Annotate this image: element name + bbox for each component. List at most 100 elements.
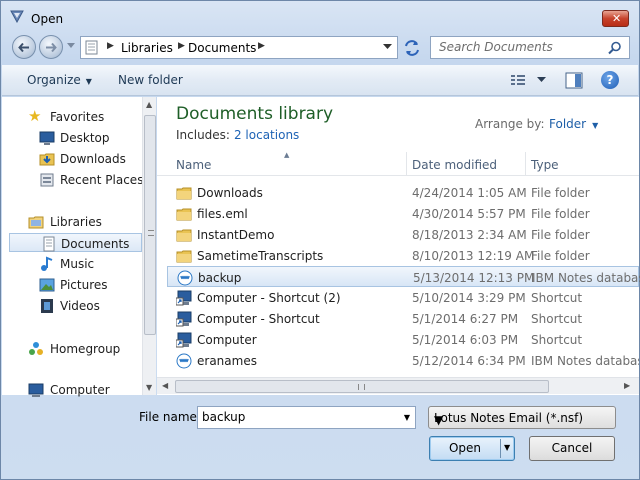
open-button[interactable]: Open ▼ <box>429 436 515 461</box>
file-name: backup <box>198 271 242 285</box>
breadcrumb-separator-icon[interactable]: ▶ <box>178 41 185 51</box>
recent-pages-dropdown-icon[interactable] <box>67 43 75 49</box>
file-date-modified: 5/13/2014 12:13 PM <box>413 271 535 285</box>
sort-ascending-icon: ▲ <box>284 151 290 159</box>
window-title: Open <box>31 12 64 26</box>
downloads-folder-icon <box>39 153 55 166</box>
scrollbar-thumb[interactable] <box>144 115 156 335</box>
file-type: File folder <box>531 186 590 200</box>
nav-music[interactable]: Music <box>2 254 142 273</box>
music-icon <box>41 256 53 271</box>
file-name-label: File name: <box>139 410 201 424</box>
file-row[interactable]: backup 5/13/2014 12:13 PM IBM Notes databa… <box>167 266 640 287</box>
file-type: File folder <box>531 207 590 221</box>
search-icon[interactable] <box>608 41 622 55</box>
nav-label: Pictures <box>60 278 108 292</box>
nav-pictures[interactable]: Pictures <box>2 275 142 294</box>
refresh-icon[interactable] <box>401 38 423 58</box>
forward-button[interactable] <box>39 35 63 59</box>
nav-libraries[interactable]: Libraries <box>2 212 142 231</box>
file-type-select[interactable]: Lotus Notes Email (*.nsf) ▼ <box>428 406 616 429</box>
back-button[interactable] <box>12 35 36 59</box>
file-row[interactable]: Computer - Shortcut 5/1/2014 6:27 PM Short… <box>167 308 639 329</box>
folder-icon <box>176 206 192 222</box>
nav-downloads[interactable]: Downloads <box>2 149 142 168</box>
file-date-modified: 4/24/2014 1:05 AM <box>412 186 527 200</box>
new-folder-button[interactable]: New folder <box>118 73 183 87</box>
file-row[interactable]: eranames 5/12/2014 6:34 PM IBM Notes datab… <box>167 350 639 371</box>
library-icon <box>85 40 98 55</box>
file-type: IBM Notes database <box>531 354 639 368</box>
nav-recent-places[interactable]: Recent Places <box>2 170 143 189</box>
column-name[interactable]: Name <box>176 158 211 172</box>
scroll-down-icon[interactable]: ▼ <box>146 383 152 392</box>
file-name: Downloads <box>197 186 263 200</box>
column-type[interactable]: Type <box>531 158 559 172</box>
close-icon: ✕ <box>612 12 622 25</box>
pictures-icon <box>39 278 55 292</box>
computer-shortcut-icon <box>175 290 192 306</box>
file-row[interactable]: files.eml 4/30/2014 5:57 PM File folder <box>167 203 639 224</box>
file-name-input[interactable] <box>202 410 392 424</box>
scroll-left-icon[interactable]: ◀ <box>162 381 168 390</box>
file-date-modified: 5/10/2014 3:29 PM <box>412 291 526 305</box>
file-date-modified: 5/12/2014 6:34 PM <box>412 354 526 368</box>
search-box[interactable] <box>430 36 630 59</box>
nav-label: Homegroup <box>50 342 121 356</box>
file-row[interactable]: Computer 5/1/2014 6:03 PM Shortcut <box>167 329 639 350</box>
nav-favorites[interactable]: ★ Favorites <box>2 107 142 126</box>
address-bar[interactable]: ▶ Libraries ▶ Documents ▶ <box>80 36 398 59</box>
notes-db-icon <box>177 270 193 286</box>
scrollbar-thumb[interactable] <box>175 380 549 393</box>
chevron-down-icon[interactable]: ▼ <box>404 413 410 422</box>
file-list-pane: Documents library Includes: 2 locations A… <box>157 97 640 395</box>
address-dropdown-icon[interactable] <box>383 44 392 50</box>
file-type: Shortcut <box>531 291 583 305</box>
horizontal-scrollbar[interactable]: ◀ ▶ <box>157 377 639 394</box>
navigation-pane: ★ Favorites Desktop Downloads Recent Pla… <box>2 97 156 397</box>
file-date-modified: 5/1/2014 6:03 PM <box>412 333 519 347</box>
nav-videos[interactable]: Videos <box>2 296 142 315</box>
preview-pane-icon[interactable] <box>565 72 583 89</box>
scroll-up-icon[interactable]: ▲ <box>146 100 152 109</box>
file-row[interactable]: Computer - Shortcut (2) 5/10/2014 3:29 PM… <box>167 287 639 308</box>
view-options-dropdown-icon[interactable] <box>537 77 546 83</box>
organize-menu[interactable]: Organize ▼ <box>27 73 92 87</box>
nav-homegroup[interactable]: Homegroup <box>2 339 142 358</box>
notes-db-icon <box>176 353 192 369</box>
file-row[interactable]: SametimeTranscripts 8/10/2013 12:19 AM Fil… <box>167 245 639 266</box>
file-row[interactable]: InstantDemo 8/18/2013 2:34 AM File folder <box>167 224 639 245</box>
change-view-icon[interactable] <box>509 72 527 88</box>
file-row[interactable]: Downloads 4/24/2014 1:05 AM File folder <box>167 182 639 203</box>
navpane-scrollbar[interactable]: ▲ ▼ <box>142 97 156 395</box>
documents-icon <box>43 236 55 252</box>
navigation-bar: ▶ Libraries ▶ Documents ▶ <box>1 33 639 61</box>
cancel-button[interactable]: Cancel <box>529 436 615 461</box>
breadcrumb-separator-icon[interactable]: ▶ <box>107 41 114 51</box>
file-name-combobox[interactable]: ▼ <box>197 406 416 429</box>
scroll-right-icon[interactable]: ▶ <box>624 381 630 390</box>
breadcrumb-libraries[interactable]: Libraries <box>121 41 173 55</box>
nav-desktop[interactable]: Desktop <box>2 128 142 147</box>
file-date-modified: 8/18/2013 2:34 AM <box>412 228 527 242</box>
search-input[interactable] <box>439 40 599 54</box>
breadcrumb-separator-icon[interactable]: ▶ <box>258 41 265 51</box>
file-type: IBM Notes database <box>532 271 640 285</box>
breadcrumb-documents[interactable]: Documents <box>188 41 256 55</box>
library-includes: Includes: 2 locations <box>176 128 299 142</box>
nav-computer[interactable]: Computer <box>2 380 142 399</box>
arrange-by-label: Arrange by: <box>475 117 545 131</box>
close-button[interactable]: ✕ <box>602 10 629 27</box>
nav-label: Libraries <box>50 215 102 229</box>
file-name: eranames <box>197 354 257 368</box>
computer-shortcut-icon <box>175 311 192 327</box>
locations-link[interactable]: 2 locations <box>234 128 299 142</box>
library-title: Documents library <box>176 104 334 124</box>
folder-icon <box>176 227 192 243</box>
column-date-modified[interactable]: Date modified <box>412 158 497 172</box>
help-icon[interactable]: ? <box>601 71 619 89</box>
open-options-dropdown-icon[interactable]: ▼ <box>504 437 510 459</box>
nav-documents[interactable]: Documents <box>9 233 142 252</box>
arrange-by-dropdown[interactable]: Folder ▼ <box>549 117 598 131</box>
file-name: Computer - Shortcut <box>197 312 320 326</box>
